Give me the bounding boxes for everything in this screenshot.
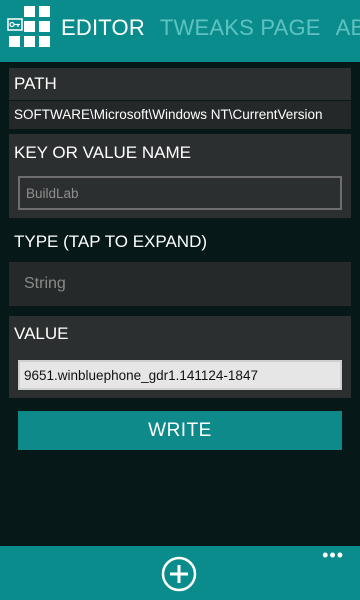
path-label: PATH [14,74,57,93]
pivot-tabs: EDITOR TWEAKS PAGE ABOUT [61,15,360,41]
path-value: SOFTWARE\Microsoft\Windows NT\CurrentVer… [9,101,351,129]
registry-editor-app: EDITOR TWEAKS PAGE ABOUT PATH SOFTWARE\Mic… [0,0,360,600]
registry-logo-icon [7,6,50,47]
write-button[interactable]: WRITE [18,411,342,450]
add-circle-icon[interactable] [161,556,197,592]
tab-editor[interactable]: EDITOR [61,15,145,40]
key-label: KEY OR VALUE NAME [14,143,191,162]
value-input[interactable] [18,360,342,390]
app-bar: ••• [0,546,360,600]
type-label: TYPE (TAP TO EXPAND) [14,232,208,251]
header: EDITOR TWEAKS PAGE ABOUT [0,0,360,62]
tab-tweaks-page[interactable]: TWEAKS PAGE [160,15,321,40]
tab-about[interactable]: ABOUT [336,15,360,40]
path-section: PATH [9,68,351,100]
type-selected-value: String [24,275,66,292]
value-label: VALUE [14,324,69,343]
type-select[interactable]: String [9,262,351,306]
key-name-input[interactable] [18,176,342,210]
more-options-button[interactable]: ••• [322,546,344,564]
